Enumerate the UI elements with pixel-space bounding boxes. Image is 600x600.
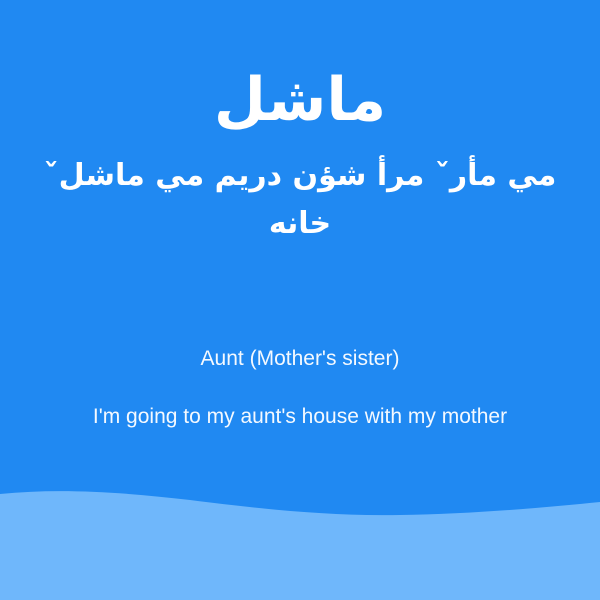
vocabulary-card: ماشل مي مأرˇ مرأ شؤن دريم مي ماشلˇ خانه … — [0, 0, 600, 600]
headword: ماشل — [213, 65, 387, 135]
decorative-wave — [0, 491, 600, 600]
word-meaning: Aunt (Mother's sister) — [200, 347, 400, 370]
wave-shape — [0, 491, 600, 600]
example-sentence-translation: I'm going to my aunt's house with my mot… — [92, 405, 508, 428]
example-sentence-native: مي مأرˇ مرأ شؤن دريم مي ماشلˇ خانه — [43, 158, 557, 241]
